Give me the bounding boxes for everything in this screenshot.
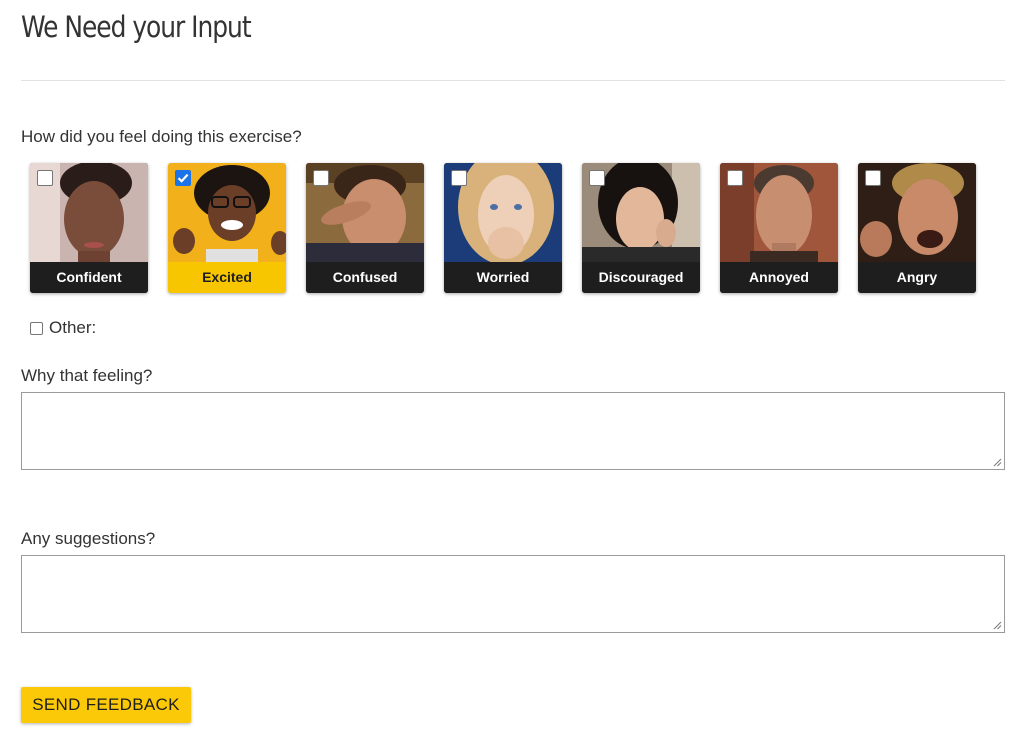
other-checkbox[interactable] [30,321,43,335]
checkbox-icon[interactable] [313,170,329,186]
checkbox-icon[interactable] [865,170,881,186]
emotion-card-excited[interactable]: Excited [168,163,286,293]
emotion-label: Angry [858,262,976,293]
checkbox-icon[interactable] [37,170,53,186]
divider [21,80,1005,81]
emotion-card-worried[interactable]: Worried [444,163,562,293]
suggestions-question: Any suggestions? [21,529,156,548]
emotion-label: Confident [30,262,148,293]
resize-grip-icon[interactable] [993,458,1002,467]
emotion-label: Discouraged [582,262,700,293]
suggestions-textarea[interactable] [21,555,1005,633]
why-textarea[interactable] [21,392,1005,470]
send-feedback-button[interactable]: SEND FEEDBACK [21,687,191,723]
emotion-label: Confused [306,262,424,293]
other-option[interactable]: Other: [30,318,96,338]
emotion-cards: Confident Excited Confused Worried Disco… [30,163,976,293]
checkbox-icon[interactable] [589,170,605,186]
emotion-label: Annoyed [720,262,838,293]
checkbox-icon[interactable] [175,170,191,186]
emotion-card-angry[interactable]: Angry [858,163,976,293]
emotion-label: Worried [444,262,562,293]
feeling-question: How did you feel doing this exercise? [21,127,302,146]
emotion-card-annoyed[interactable]: Annoyed [720,163,838,293]
other-label: Other: [49,318,97,337]
emotion-label: Excited [168,262,286,293]
checkbox-icon[interactable] [727,170,743,186]
why-question: Why that feeling? [21,366,153,385]
page-title: We Need your Input [21,10,252,44]
emotion-card-discouraged[interactable]: Discouraged [582,163,700,293]
emotion-card-confused[interactable]: Confused [306,163,424,293]
checkmark-icon [177,173,189,183]
checkbox-icon[interactable] [451,170,467,186]
emotion-card-confident[interactable]: Confident [30,163,148,293]
resize-grip-icon[interactable] [993,621,1002,630]
